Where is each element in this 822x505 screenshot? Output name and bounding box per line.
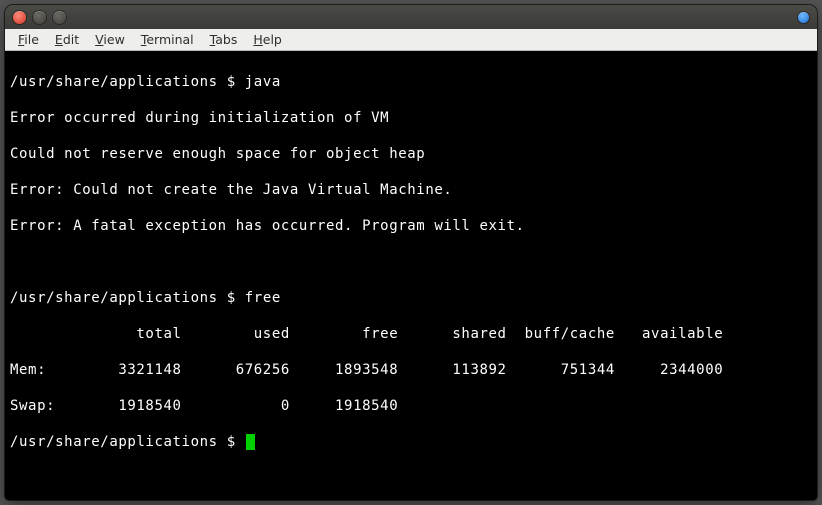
prompt-line: /usr/share/applications $ free — [10, 289, 812, 307]
menu-help[interactable]: Help — [246, 30, 289, 49]
blank-line — [10, 253, 812, 271]
window-buttons — [13, 11, 66, 24]
prompt-line: /usr/share/applications $ — [10, 433, 812, 451]
menu-edit[interactable]: Edit — [48, 30, 86, 49]
free-mem-line: Mem: 3321148 676256 1893548 113892 75134… — [10, 361, 812, 379]
resize-grip-icon[interactable] — [801, 484, 815, 498]
prompt-symbol: $ — [227, 290, 236, 306]
prompt-line: /usr/share/applications $ java — [10, 73, 812, 91]
output-line: Error: A fatal exception has occurred. P… — [10, 217, 812, 235]
command-java: java — [245, 74, 281, 90]
menu-view-label: View — [95, 32, 125, 47]
menu-file[interactable]: File — [11, 30, 46, 49]
maximize-icon[interactable] — [53, 11, 66, 24]
menu-tabs-label: Tabs — [210, 32, 238, 47]
menu-help-label: Help — [253, 32, 282, 47]
menubar: File Edit View Terminal Tabs Help — [5, 29, 817, 51]
terminal-window: File Edit View Terminal Tabs Help /usr/s… — [5, 5, 817, 500]
output-line: Error occurred during initialization of … — [10, 109, 812, 127]
output-line: Error: Could not create the Java Virtual… — [10, 181, 812, 199]
prompt-path: /usr/share/applications — [10, 74, 218, 90]
prompt-path: /usr/share/applications — [10, 434, 218, 450]
menu-file-label: File — [18, 32, 39, 47]
close-icon[interactable] — [13, 11, 26, 24]
output-line: Could not reserve enough space for objec… — [10, 145, 812, 163]
menu-view[interactable]: View — [88, 30, 132, 49]
prompt-symbol: $ — [227, 74, 236, 90]
cursor-block — [246, 434, 255, 450]
minimize-icon[interactable] — [33, 11, 46, 24]
prompt-symbol: $ — [227, 434, 236, 450]
menu-edit-label: Edit — [55, 32, 79, 47]
titlebar — [5, 5, 817, 29]
prompt-path: /usr/share/applications — [10, 290, 218, 306]
command-free: free — [245, 290, 281, 306]
menu-terminal[interactable]: Terminal — [134, 30, 201, 49]
terminal-viewport[interactable]: /usr/share/applications $ java Error occ… — [5, 51, 817, 500]
tray-indicator-icon — [798, 12, 809, 23]
free-header-line: total used free shared buff/cache availa… — [10, 325, 812, 343]
menu-tabs[interactable]: Tabs — [203, 30, 245, 49]
menu-terminal-label: Terminal — [141, 32, 194, 47]
free-swap-line: Swap: 1918540 0 1918540 — [10, 397, 812, 415]
